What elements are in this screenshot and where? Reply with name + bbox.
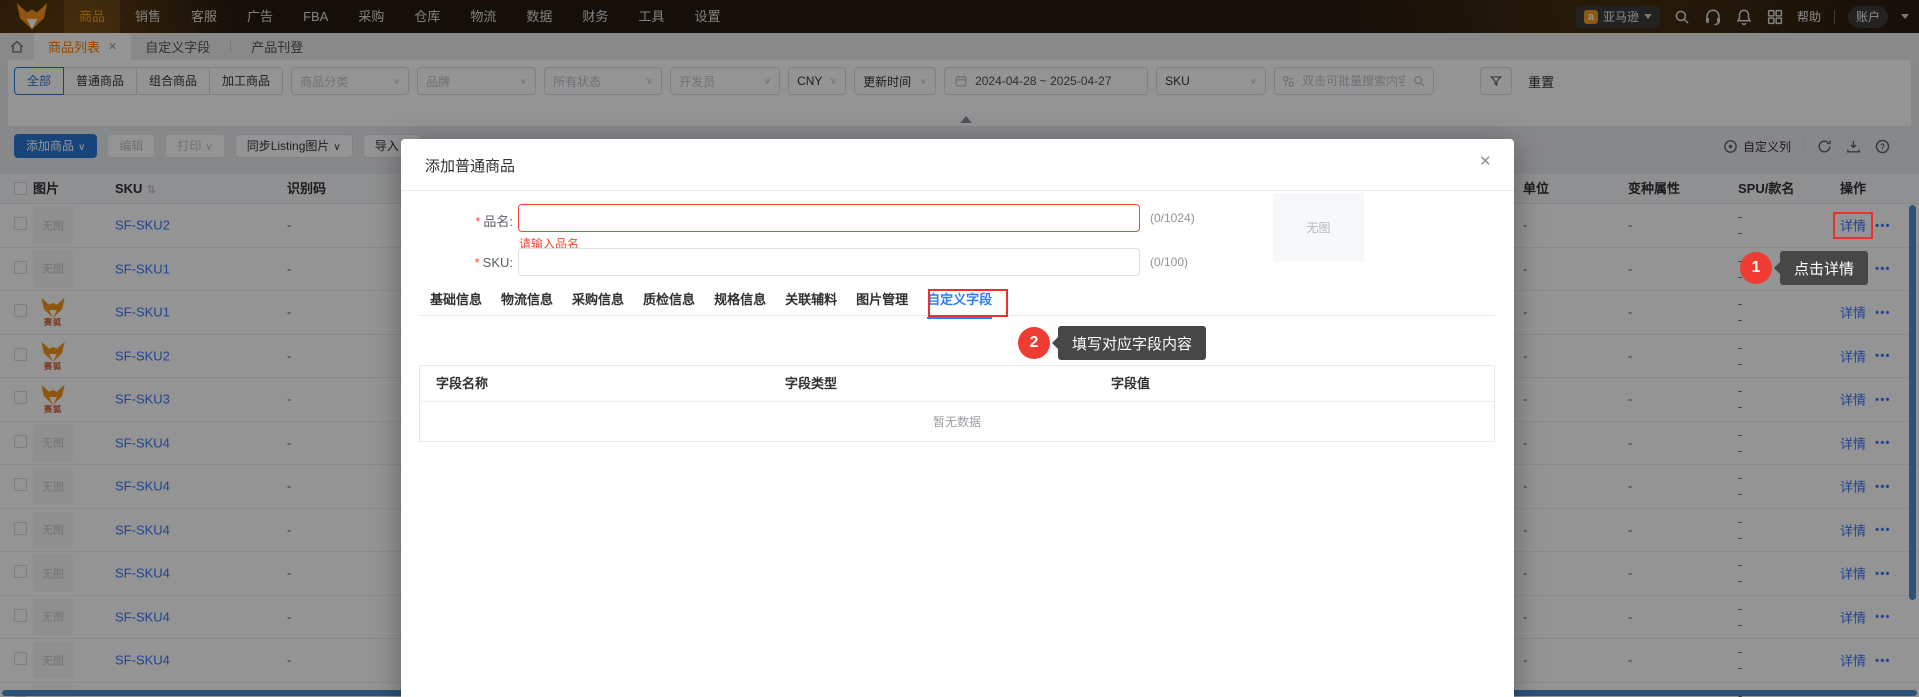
annotation-tooltip-2: 填写对应字段内容: [1052, 326, 1207, 360]
tooltip-arrow: [1774, 261, 1781, 275]
annotation-highlight-detail-link: [1833, 212, 1873, 239]
sku-field-label: * SKU:: [474, 255, 513, 270]
cf-header-value: 字段值: [1111, 376, 1151, 391]
empty-data-text: 暂无数据: [932, 415, 981, 429]
add-product-modal: 添加普通商品 ✕ * 品名: (0/1024) 请输入品名 * SKU: (0/10…: [401, 139, 1514, 697]
modal-title: 添加普通商品: [425, 158, 516, 175]
custom-fields-table: 字段名称 字段类型 字段值 暂无数据: [419, 365, 1495, 442]
name-char-counter: (0/1024): [1150, 211, 1195, 225]
modal-close-icon[interactable]: ✕: [1479, 152, 1492, 170]
annotation-highlight-custom-tab: [928, 289, 1008, 317]
app-screen: 商品 销售 客服 广告 FBA 采购 仓库 物流 数据 财务 工具 设置 a 亚马逊: [0, 0, 1919, 697]
cf-header-type: 字段类型: [785, 376, 838, 391]
annotation-step-2-badge: 2: [1018, 327, 1050, 359]
name-field-label: * 品名:: [475, 214, 513, 229]
product-image-placeholder[interactable]: 无图: [1273, 193, 1364, 262]
cf-header-name: 字段名称: [436, 376, 489, 391]
tooltip-arrow: [1052, 336, 1059, 350]
sku-char-counter: (0/100): [1150, 255, 1189, 269]
annotation-tooltip-1: 点击详情: [1774, 251, 1869, 285]
modal-header-divider: [401, 190, 1514, 191]
name-input[interactable]: [518, 204, 1140, 232]
sku-input[interactable]: [518, 248, 1140, 276]
annotation-step-1-badge: 1: [1740, 252, 1772, 284]
